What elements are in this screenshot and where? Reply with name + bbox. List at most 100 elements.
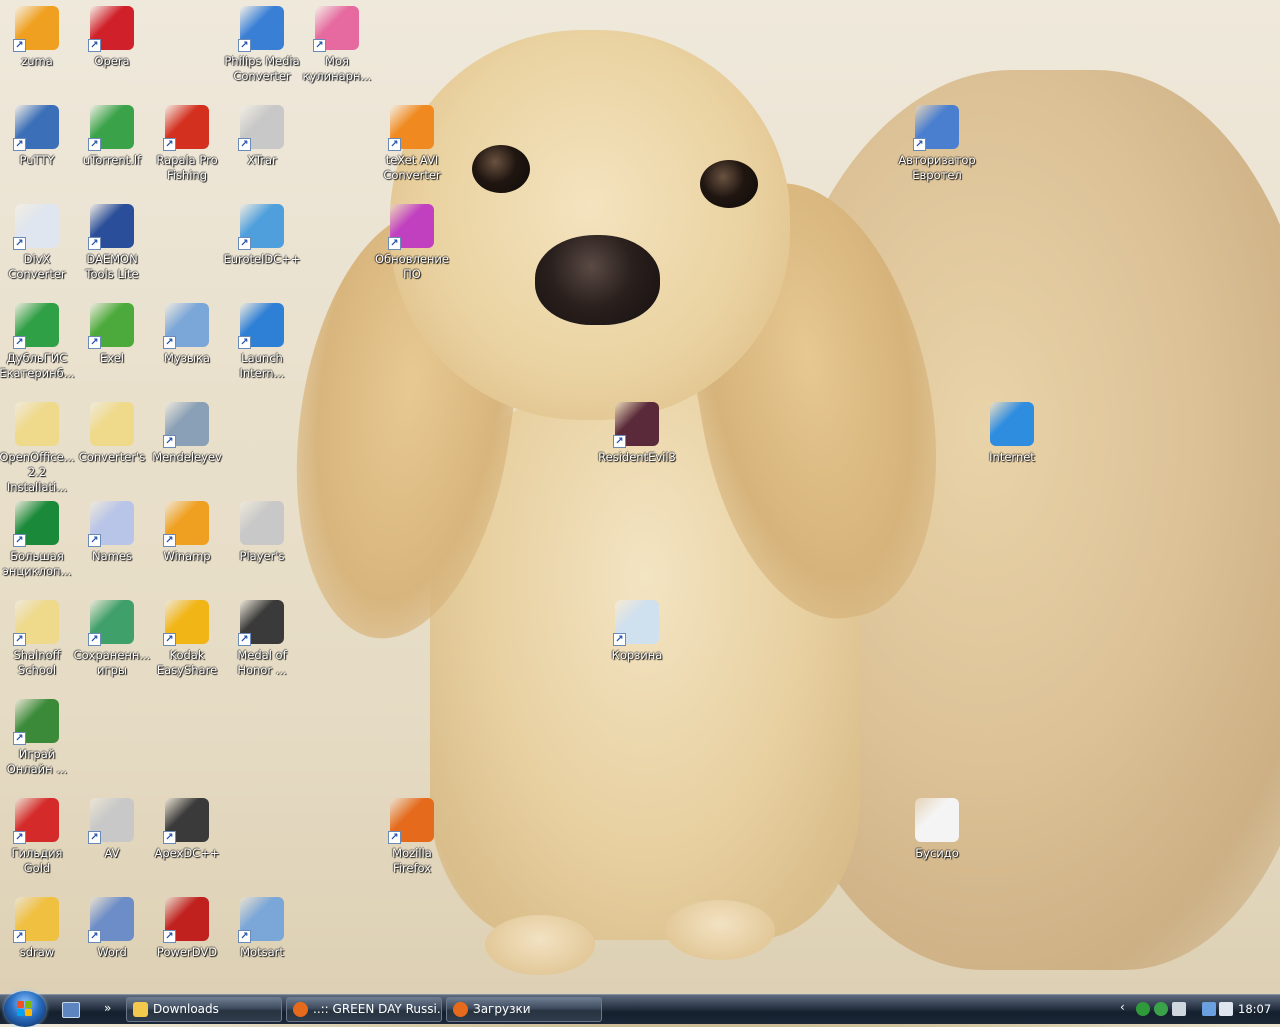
shortcut-arrow-icon: ↗ <box>163 435 176 448</box>
desktop-icon-names[interactable]: ↗ Names <box>72 499 152 564</box>
taskbar-button-label: ..:: GREEN DAY Russi... <box>313 1002 442 1016</box>
putty-icon: ↗ <box>13 103 61 151</box>
internet-explorer-icon: ↗ <box>238 301 286 349</box>
desktop-icon-obnovlenie-po[interactable]: ↗ Обновление ПО <box>372 202 452 282</box>
desktop-icon-word[interactable]: ↗ Word <box>72 895 152 960</box>
folder-icon <box>133 1002 148 1017</box>
shortcut-arrow-icon: ↗ <box>238 39 251 52</box>
desktop-icon-rapala-pro-fishing[interactable]: ↗ Rapala Pro Fishing <box>147 103 227 183</box>
windows-logo-icon <box>17 1001 33 1017</box>
recycle-bin-icon: ↗ <box>613 598 661 646</box>
desktop-icon-converters[interactable]: Converter's <box>72 400 152 465</box>
taskbar-button-zagruzki[interactable]: Загрузки <box>446 997 602 1022</box>
desktop-icon-gildiya-gold[interactable]: ↗ Гильдия Gold <box>0 796 77 876</box>
users-icon: ↗ <box>238 202 286 250</box>
shortcut-arrow-icon: ↗ <box>388 237 401 250</box>
desktop-icon-openoffice-installation[interactable]: OpenOffice... 2.2 Installati... <box>0 400 77 495</box>
compass-icon: ↗ <box>13 301 61 349</box>
shortcut-arrow-icon: ↗ <box>13 930 26 943</box>
taskbar-button-downloads[interactable]: Downloads <box>126 997 282 1022</box>
quick-launch-more-button[interactable]: » <box>104 1001 111 1015</box>
volume-icon[interactable] <box>1219 1002 1233 1016</box>
taskbar-button-green-day[interactable]: ..:: GREEN DAY Russi... <box>286 997 442 1022</box>
writer-icon: ↗ <box>88 895 136 943</box>
desktop-icon-av[interactable]: ↗ AV <box>72 796 152 861</box>
desktop-icon-divx-converter[interactable]: ↗ DivX Converter <box>0 202 77 282</box>
firefox-icon <box>453 1002 468 1017</box>
desktop-icon-mendeleyev[interactable]: ↗ Mendeleyev <box>147 400 227 465</box>
desktop-icon-eureteldc[interactable]: ↗ EurotelDC++ <box>222 202 302 267</box>
desktop-icon-daemon-tools[interactable]: ↗ DAEMON Tools Lite <box>72 202 152 282</box>
desktop-icon-putty[interactable]: ↗ PuTTY <box>0 103 77 168</box>
desktop-icon-opera[interactable]: ↗ Opera <box>72 4 152 69</box>
music-folder-icon: ↗ <box>163 301 211 349</box>
show-desktop-icon[interactable] <box>62 1002 80 1018</box>
network-icon[interactable] <box>1202 1002 1216 1016</box>
firefox-icon <box>293 1002 308 1017</box>
clock[interactable]: 18:07 <box>1238 1002 1271 1016</box>
desktop-icon-saved-games[interactable]: ↗ Сохраненн... игры <box>72 598 152 678</box>
desktop-icon-residentevil3[interactable]: ↗ ResidentEvil3 <box>597 400 677 465</box>
desktop-icon-apexdc[interactable]: ↗ ApexDC++ <box>147 796 227 861</box>
zuma-icon: ↗ <box>13 4 61 52</box>
folder-icon <box>13 400 61 448</box>
desktop-icon-philips-media-converter[interactable]: ↗ Philips Media Converter <box>222 4 302 84</box>
desktop-icon-mozilla-firefox[interactable]: ↗ Mozilla Firefox <box>372 796 452 876</box>
desktop-icon-shalnoff-school[interactable]: ↗ Shalnoff School <box>0 598 77 678</box>
shortcut-arrow-icon: ↗ <box>238 930 251 943</box>
shortcut-arrow-icon: ↗ <box>88 237 101 250</box>
desktop-icon-busido[interactable]: Бусидо <box>897 796 977 861</box>
desktop-icon-dublgis[interactable]: ↗ ДубльГИС Екатеринб... <box>0 301 77 381</box>
desktop-icon-play-online[interactable]: ↗ Играй Онлайн ... <box>0 697 77 777</box>
desktop-icon-sdraw[interactable]: ↗ sdraw <box>0 895 77 960</box>
shortcut-arrow-icon: ↗ <box>88 39 101 52</box>
shortcut-arrow-icon: ↗ <box>13 237 26 250</box>
shortcut-arrow-icon: ↗ <box>88 534 101 547</box>
show-hidden-icons-button[interactable]: ‹ <box>1120 1000 1125 1014</box>
taskbar: » Downloads ..:: GREEN DAY Russi... Загр… <box>0 991 1280 1027</box>
shortcut-arrow-icon: ↗ <box>163 831 176 844</box>
desktop-icon-launch-internet-explorer[interactable]: ↗ Launch Intern... <box>222 301 302 381</box>
opera-icon: ↗ <box>88 4 136 52</box>
medal-of-honor-icon: ↗ <box>238 598 286 646</box>
desktop-icon-zuma[interactable]: ↗ zuma <box>0 4 77 69</box>
shortcut-arrow-icon: ↗ <box>13 138 26 151</box>
messenger-tray-icon[interactable] <box>1154 1002 1168 1016</box>
desktop-icon-winamp[interactable]: ↗ Winamp <box>147 499 227 564</box>
desktop-icon-xtrar[interactable]: ↗ XTrar <box>222 103 302 168</box>
desktop-icon-utorrent[interactable]: ↗ uTorrent.lf <box>72 103 152 168</box>
desktop-icon-internet[interactable]: Internet <box>972 400 1052 465</box>
desktop-icon-recycle-bin[interactable]: ↗ Корзина <box>597 598 677 663</box>
desktop-icon-avtorizator[interactable]: ↗ Авторизатор Евротел <box>897 103 977 183</box>
shortcut-arrow-icon: ↗ <box>88 831 101 844</box>
desktop-icon-medal-of-honor[interactable]: ↗ Medal of Honor ... <box>222 598 302 678</box>
spreadsheet-icon: ↗ <box>88 301 136 349</box>
start-button[interactable] <box>4 991 46 1027</box>
desktop-icon-powerdvd[interactable]: ↗ PowerDVD <box>147 895 227 960</box>
shortcut-arrow-icon: ↗ <box>238 237 251 250</box>
desktop-icon-players[interactable]: Player's <box>222 499 302 564</box>
desktop-icon-motsart[interactable]: ↗ Motsart <box>222 895 302 960</box>
apexdc-icon: ↗ <box>163 796 211 844</box>
desktop-icon-my-recipes[interactable]: ↗ Моя кулинарн... <box>297 4 377 84</box>
tool-tray-icon[interactable] <box>1172 1002 1186 1016</box>
shortcut-arrow-icon: ↗ <box>13 39 26 52</box>
utorrent-tray-icon[interactable] <box>1136 1002 1150 1016</box>
rapala-game-icon: ↗ <box>163 103 211 151</box>
shortcut-arrow-icon: ↗ <box>163 534 176 547</box>
shortcut-arrow-icon: ↗ <box>313 39 326 52</box>
desktop-icon-texet-avi-converter[interactable]: ↗ teXet AVI Converter <box>372 103 452 183</box>
finder-face-icon: ↗ <box>913 103 961 151</box>
shortcut-arrow-icon: ↗ <box>388 138 401 151</box>
desktop-icon-exel[interactable]: ↗ Exel <box>72 301 152 366</box>
shortcut-arrow-icon: ↗ <box>88 633 101 646</box>
guild-crest-icon: ↗ <box>13 796 61 844</box>
divx-icon: ↗ <box>13 202 61 250</box>
desktop-icon-bolshaya-encyclopedia[interactable]: ↗ Большая энциклоп... <box>0 499 77 579</box>
desktop-icon-kodak-easyshare[interactable]: ↗ Kodak EasyShare <box>147 598 227 678</box>
dvd-disc-icon: ↗ <box>163 895 211 943</box>
stopwatch-icon: ↗ <box>238 103 286 151</box>
desktop-icon-music[interactable]: ↗ Музыка <box>147 301 227 366</box>
winamp-icon: ↗ <box>163 499 211 547</box>
daemon-tools-icon: ↗ <box>88 202 136 250</box>
